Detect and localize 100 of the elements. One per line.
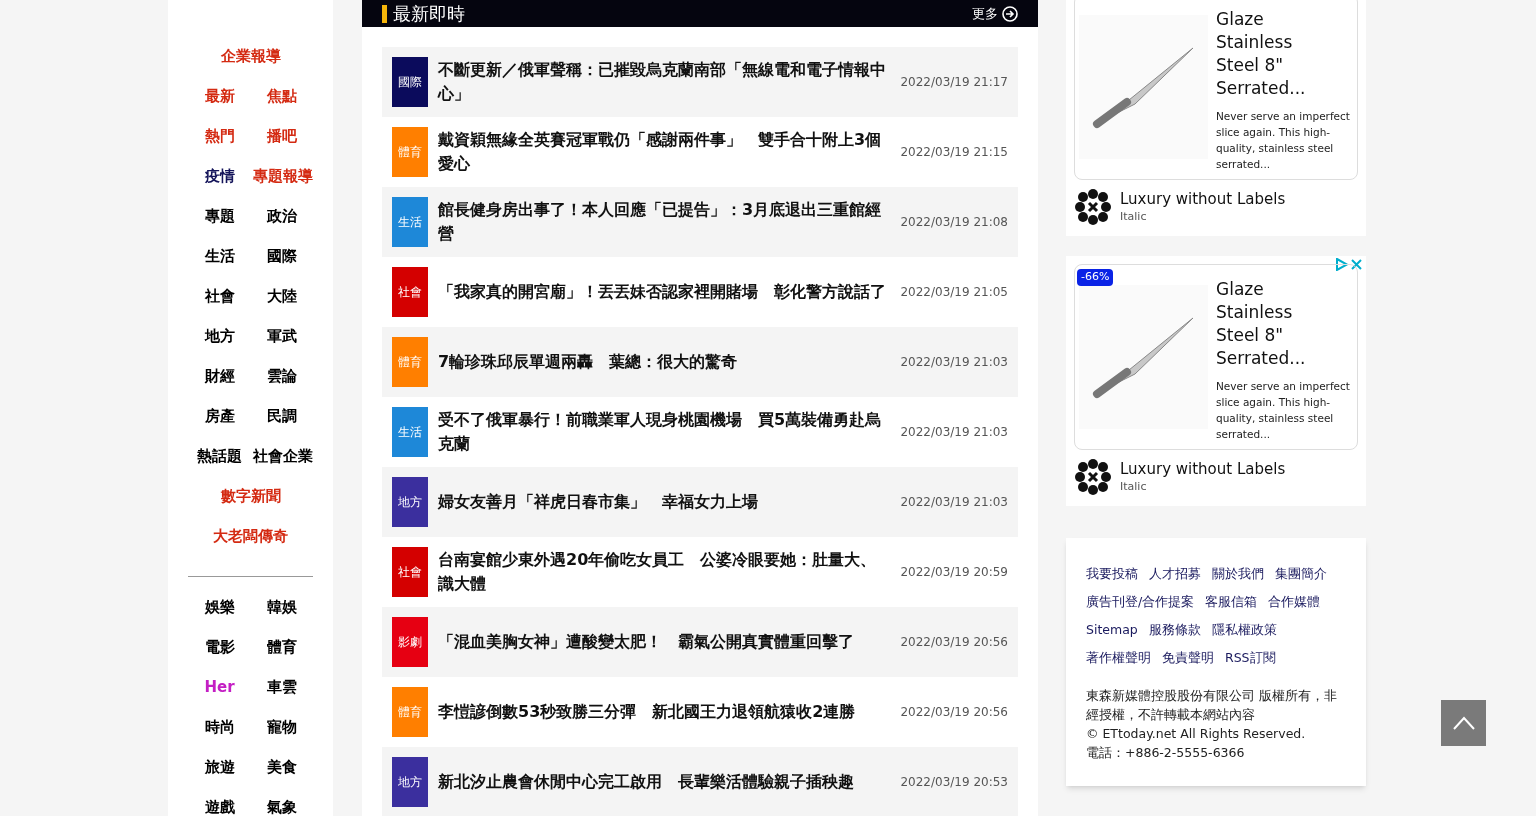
category-tag: 社會 (392, 267, 428, 317)
category-tag: 地方 (392, 477, 428, 527)
footer-link[interactable]: 人才招募 (1149, 564, 1201, 584)
more-link[interactable]: 更多 (972, 3, 1018, 24)
nav-link[interactable]: 氣象 (252, 795, 311, 816)
category-tag: 地方 (392, 757, 428, 807)
headline-link[interactable]: 戴資穎無緣全英賽冠軍戰仍「感謝兩件事」 雙手合十附上3個愛心 (438, 128, 888, 176)
nav-link[interactable]: 雲論 (252, 364, 311, 388)
nav-link[interactable]: 地方 (190, 324, 249, 348)
ad-card[interactable]: -66% Glaze Stainless Steel 8" Serrated... Never serve an imperfect slice again. This high-quality, stainless steel serrated... Luxury without Labels Italic (1066, 256, 1366, 506)
footer-link[interactable]: 合作媒體 (1268, 592, 1321, 612)
headline-link[interactable]: 7輪珍珠邱辰單週兩轟 葉總：很大的驚奇 (438, 350, 888, 374)
category-tag: 體育 (392, 337, 428, 387)
nav-link[interactable]: 疫情 (190, 164, 249, 188)
close-icon[interactable] (1350, 258, 1363, 271)
brand-logo-icon (1074, 458, 1112, 496)
timestamp: 2022/03/19 21:03 (900, 494, 1008, 511)
timestamp: 2022/03/19 21:17 (900, 74, 1008, 91)
headline-link[interactable]: 受不了俄軍暴行！前職業軍人現身桃園機場 買5萬裝備勇赴烏克蘭 (438, 408, 888, 456)
ad-card[interactable]: Glaze Stainless Steel 8" Serrated... Never serve an imperfect slice again. This high-quality, stainless steel serrated... Luxury without Labels Italic (1066, 0, 1366, 236)
nav-link[interactable]: 遊戲 (190, 795, 249, 816)
news-row[interactable]: 生活 館長健身房出事了！本人回應「已提告」：3月底退出三重館經營 2022/03/19 21:08 (382, 187, 1018, 257)
footer-link[interactable]: 我要投稿 (1086, 564, 1138, 584)
copyright-text: 東森新媒體控股股份有限公司 版權所有，非經授權，不許轉載本網站內容 (1086, 687, 1338, 724)
category-tag: 體育 (392, 127, 428, 177)
ad-description: Never serve an imperfect slice again. This high-quality, stainless steel serrated... (1216, 109, 1351, 172)
category-tag: 社會 (392, 547, 428, 597)
nav-link[interactable]: 生活 (190, 244, 249, 268)
timestamp: 2022/03/19 21:05 (900, 284, 1008, 301)
footer-link[interactable]: 關於我們 (1212, 564, 1264, 584)
footer-link[interactable]: RSS訂閱 (1225, 648, 1276, 668)
headline-link[interactable]: 婦女友善月「祥虎日春市集」 幸福女力上場 (438, 490, 888, 514)
news-row[interactable]: 影劇 「混血美胸女神」遭酸變太肥！ 霸氣公開真實體重回擊了 2022/03/19 20:56 (382, 607, 1018, 677)
news-row[interactable]: 體育 7輪珍珠邱辰單週兩轟 葉總：很大的驚奇 2022/03/19 21:03 (382, 327, 1018, 397)
nav-link[interactable]: 焦點 (252, 84, 311, 108)
headline-link[interactable]: 「我家真的開宮廟」！丟丟妹否認家裡開賭場 彰化警方說話了 (438, 280, 888, 304)
timestamp: 2022/03/19 20:53 (900, 774, 1008, 791)
category-tag: 國際 (392, 57, 428, 107)
section-title: 最新即時 (393, 2, 465, 26)
timestamp: 2022/03/19 20:56 (900, 634, 1008, 651)
nav-link[interactable]: 企業報導 (220, 44, 281, 68)
headline-link[interactable]: 不斷更新／俄軍聲稱：已摧毀烏克蘭南部「無線電和電子情報中心」 (438, 58, 888, 106)
timestamp: 2022/03/19 20:56 (900, 704, 1008, 721)
nav-link[interactable]: 大陸 (252, 284, 311, 308)
footer-link[interactable]: 隱私權政策 (1211, 620, 1277, 640)
nav-link[interactable]: 車雲 (252, 675, 311, 699)
nav-link[interactable]: 熱話題 (190, 444, 249, 468)
news-row[interactable]: 地方 新北汐止農會休閒中心完工啟用 長輩樂活體驗親子插秧趣 2022/03/19 20:53 (382, 747, 1018, 816)
nav-link[interactable]: 時尚 (190, 715, 249, 739)
timestamp: 2022/03/19 21:08 (900, 214, 1008, 231)
nav-link[interactable]: 娛樂 (190, 595, 249, 619)
nav-link[interactable]: 播吧 (252, 124, 311, 148)
nav-link[interactable]: 美食 (252, 755, 311, 779)
nav-link[interactable]: 社會企業 (252, 444, 311, 468)
category-tag: 體育 (392, 687, 428, 737)
nav-link[interactable]: 專題報導 (252, 164, 311, 188)
footer-link[interactable]: 廣告刊登/合作提案 (1086, 592, 1195, 612)
nav-link[interactable]: 社會 (190, 284, 249, 308)
nav-link[interactable]: 民調 (252, 404, 311, 428)
headline-link[interactable]: 「混血美胸女神」遭酸變太肥！ 霸氣公開真實體重回擊了 (438, 630, 888, 654)
footer-link[interactable]: 著作權聲明 (1086, 648, 1151, 668)
nav-link[interactable]: 大老闆傳奇 (213, 524, 288, 548)
timestamp: 2022/03/19 21:15 (900, 144, 1008, 161)
footer-link[interactable]: 集團簡介 (1275, 564, 1327, 584)
nav-link[interactable]: 電影 (190, 635, 249, 659)
nav-link[interactable]: Her (190, 675, 249, 699)
nav-link[interactable]: 熱門 (190, 124, 249, 148)
nav-link[interactable]: 寵物 (252, 715, 311, 739)
footer-link[interactable]: 客服信箱 (1205, 592, 1258, 612)
nav-link[interactable]: 韓娛 (252, 595, 311, 619)
footer-link[interactable]: 免責聲明 (1162, 648, 1214, 668)
play-triangle-icon[interactable] (1335, 258, 1348, 271)
news-row[interactable]: 地方 婦女友善月「祥虎日春市集」 幸福女力上場 2022/03/19 21:03 (382, 467, 1018, 537)
footer-link[interactable]: Sitemap (1086, 620, 1138, 640)
nav-link[interactable]: 專題 (190, 204, 249, 228)
brand-name: Luxury without Labels (1120, 188, 1286, 209)
copyright-text: © ETtoday.net All Rights Reserved. (1086, 725, 1307, 743)
nav-link[interactable]: 體育 (252, 635, 311, 659)
back-to-top-button[interactable] (1441, 700, 1486, 746)
nav-link[interactable]: 政治 (252, 204, 311, 228)
category-tag: 生活 (392, 407, 428, 457)
nav-link[interactable]: 國際 (252, 244, 311, 268)
news-row[interactable]: 國際 不斷更新／俄軍聲稱：已摧毀烏克蘭南部「無線電和電子情報中心」 2022/03/19 21:17 (382, 47, 1018, 117)
nav-link[interactable]: 數字新聞 (220, 484, 281, 508)
brand-name: Luxury without Labels (1120, 458, 1286, 479)
headline-link[interactable]: 新北汐止農會休閒中心完工啟用 長輩樂活體驗親子插秧趣 (438, 770, 888, 794)
discount-badge: -66% (1077, 269, 1114, 286)
headline-link[interactable]: 李愷諺倒數53秒致勝三分彈 新北國王力退領航猿收2連勝 (438, 700, 888, 724)
nav-link[interactable]: 最新 (190, 84, 249, 108)
copyright-text: 電話：+886-2-5555-6366 (1086, 744, 1246, 762)
footer-link[interactable]: 服務條款 (1148, 620, 1201, 640)
nav-link[interactable]: 軍武 (252, 324, 311, 348)
nav-link[interactable]: 旅遊 (190, 755, 249, 779)
ad-title: Glaze Stainless Steel 8" Serrated... (1216, 8, 1307, 100)
ad-description: Never serve an imperfect slice again. This high-quality, stainless steel serrated... (1216, 379, 1351, 442)
headline-link[interactable]: 台南宴館少東外遇20年偷吃女員工 公婆冷眼要她：肚量大、識大體 (438, 548, 888, 596)
nav-link[interactable]: 房產 (190, 404, 249, 428)
headline-link[interactable]: 館長健身房出事了！本人回應「已提告」：3月底退出三重館經營 (438, 198, 888, 246)
nav-link[interactable]: 財經 (190, 364, 249, 388)
category-tag: 影劇 (392, 617, 428, 667)
